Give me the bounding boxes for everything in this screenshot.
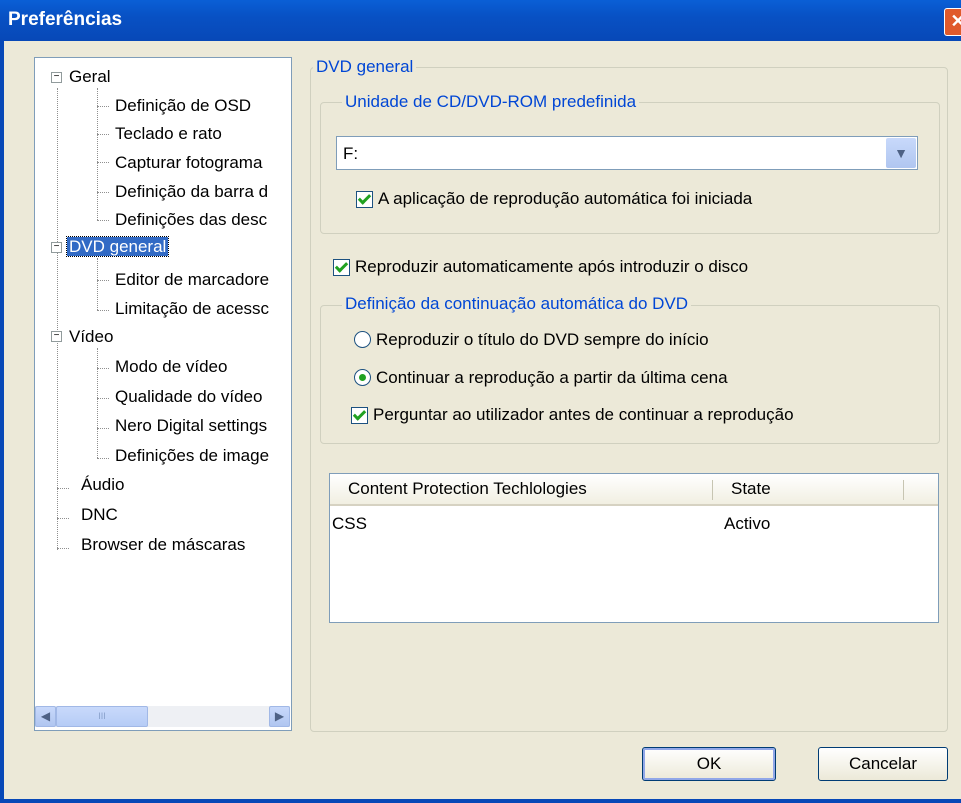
tree-line — [97, 348, 98, 458]
cell-technology[interactable]: CSS — [332, 514, 367, 534]
checkbox-checked-icon[interactable] — [351, 407, 368, 424]
drive-select-value: F: — [343, 144, 359, 163]
checkbox-checked-icon[interactable] — [356, 191, 373, 208]
column-divider[interactable] — [903, 480, 904, 500]
column-header-state[interactable]: State — [713, 474, 903, 504]
tree-item-video-mode[interactable]: Modo de vídeo — [115, 356, 227, 378]
collapse-icon[interactable]: − — [51, 72, 62, 83]
tree-item-audio[interactable]: Áudio — [81, 474, 124, 496]
panel-title: DVD general — [313, 57, 417, 77]
checkbox-checked-icon[interactable] — [333, 259, 350, 276]
tree-line — [97, 106, 109, 107]
tree-item-keyboard-mouse[interactable]: Teclado e rato — [115, 123, 222, 145]
tree-item-video[interactable]: Vídeo — [69, 326, 113, 348]
title-bar[interactable]: Preferências ✕ — [0, 0, 961, 41]
tree-item-description-settings[interactable]: Definições das desc — [115, 209, 267, 231]
tree-line — [97, 310, 109, 311]
collapse-icon[interactable]: − — [51, 242, 62, 253]
tree-horizontal-scrollbar[interactable]: ◀ III ▶ — [35, 706, 290, 727]
cancel-button[interactable]: Cancelar — [818, 747, 948, 781]
radio-label: Reproduzir o título do DVD sempre do iní… — [376, 330, 709, 349]
tree-item-image-settings[interactable]: Definições de image — [115, 445, 269, 467]
tree-item-access-limit[interactable]: Limitação de acessc — [115, 298, 269, 320]
window-border — [0, 41, 4, 803]
tree-line — [97, 368, 109, 369]
drive-select[interactable]: F: ▼ — [336, 136, 918, 170]
tree-line — [57, 518, 69, 519]
window-title: Preferências — [8, 9, 123, 30]
tree-item-toolbar-settings[interactable]: Definição da barra d — [115, 181, 268, 203]
window-border — [0, 799, 961, 803]
resume-group-title: Definição da continuação automática do D… — [342, 294, 692, 314]
ok-button[interactable]: OK — [642, 747, 776, 781]
tree-item-label: DVD general — [65, 236, 170, 257]
tree-line — [97, 192, 109, 193]
checkbox-label: Reproduzir automaticamente após introduz… — [355, 257, 749, 276]
collapse-icon[interactable]: − — [51, 331, 62, 342]
tree-item-dnc[interactable]: DNC — [81, 504, 118, 526]
tree-item-osd[interactable]: Definição de OSD — [115, 95, 251, 117]
scroll-thumb[interactable]: III — [56, 706, 148, 727]
scroll-right-icon[interactable]: ▶ — [269, 706, 290, 727]
preferences-tree[interactable]: − − − Geral Definição de OSD Teclado e r… — [34, 57, 292, 731]
column-header-technologies[interactable]: Content Protection Techlologies — [330, 474, 712, 504]
tree-line — [57, 548, 69, 549]
content-protection-list[interactable]: Content Protection Techlologies State CS… — [329, 473, 939, 623]
tree-item-nero-digital[interactable]: Nero Digital settings — [115, 415, 267, 437]
tree-line — [57, 488, 69, 489]
drive-group-title: Unidade de CD/DVD-ROM predefinida — [342, 92, 640, 112]
radio-selected-icon[interactable] — [354, 369, 371, 386]
scroll-left-icon[interactable]: ◀ — [35, 706, 56, 727]
tree-line — [97, 88, 98, 220]
tree-item-geral[interactable]: Geral — [69, 66, 111, 88]
checkbox-label: Perguntar ao utilizador antes de continu… — [373, 405, 794, 424]
tree-item-skin-browser[interactable]: Browser de máscaras — [81, 534, 245, 556]
chevron-down-icon[interactable]: ▼ — [886, 138, 916, 168]
preferences-dialog: Preferências ✕ − − − Geral Definição de … — [0, 0, 961, 803]
tree-item-dvd-general[interactable]: DVD general — [65, 236, 170, 258]
tree-line — [97, 258, 98, 310]
tree-line — [97, 428, 109, 429]
tree-line — [97, 134, 109, 135]
tree-line — [57, 88, 58, 550]
tree-line — [97, 398, 109, 399]
radio-unselected-icon[interactable] — [354, 331, 371, 348]
tree-item-bookmark-editor[interactable]: Editor de marcadore — [115, 269, 269, 291]
list-header: Content Protection Techlologies State — [330, 474, 938, 506]
tree-item-capture-frame[interactable]: Capturar fotograma — [115, 152, 262, 174]
radio-label: Continuar a reprodução a partir da últim… — [376, 368, 728, 387]
tree-line — [97, 220, 109, 221]
tree-line — [97, 280, 109, 281]
tree-line — [97, 458, 109, 459]
checkbox-label: A aplicação de reprodução automática foi… — [378, 189, 753, 208]
tree-item-video-quality[interactable]: Qualidade do vídeo — [115, 386, 262, 408]
tree-line — [97, 162, 109, 163]
close-icon[interactable]: ✕ — [944, 8, 961, 36]
cell-state[interactable]: Activo — [724, 514, 770, 534]
